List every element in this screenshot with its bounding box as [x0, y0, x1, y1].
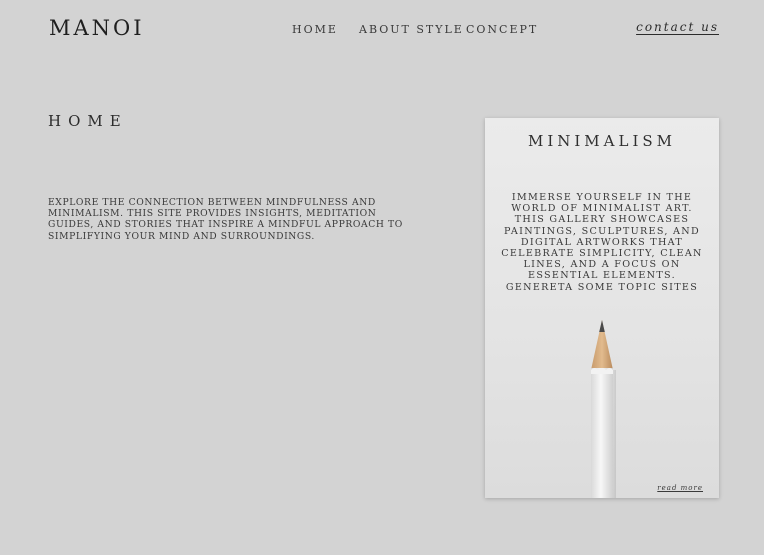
contact-us-link[interactable]: contact us	[636, 20, 719, 34]
minimalism-card[interactable]: MINIMALISM Immerse yourself in the world…	[485, 118, 719, 498]
nav-concept[interactable]: CONCEPT	[466, 23, 538, 36]
intro-text: Explore the connection between mindfulne…	[48, 197, 403, 242]
pencil-image	[591, 320, 616, 498]
read-more-link[interactable]: read more	[657, 484, 703, 492]
page-title: HOME	[48, 112, 128, 130]
nav-home[interactable]: HOME	[292, 23, 338, 36]
nav-about-style[interactable]: ABOUT STYLE	[359, 23, 464, 36]
card-title: MINIMALISM	[527, 132, 677, 150]
card-description: Immerse yourself in the world of minimal…	[501, 192, 703, 293]
